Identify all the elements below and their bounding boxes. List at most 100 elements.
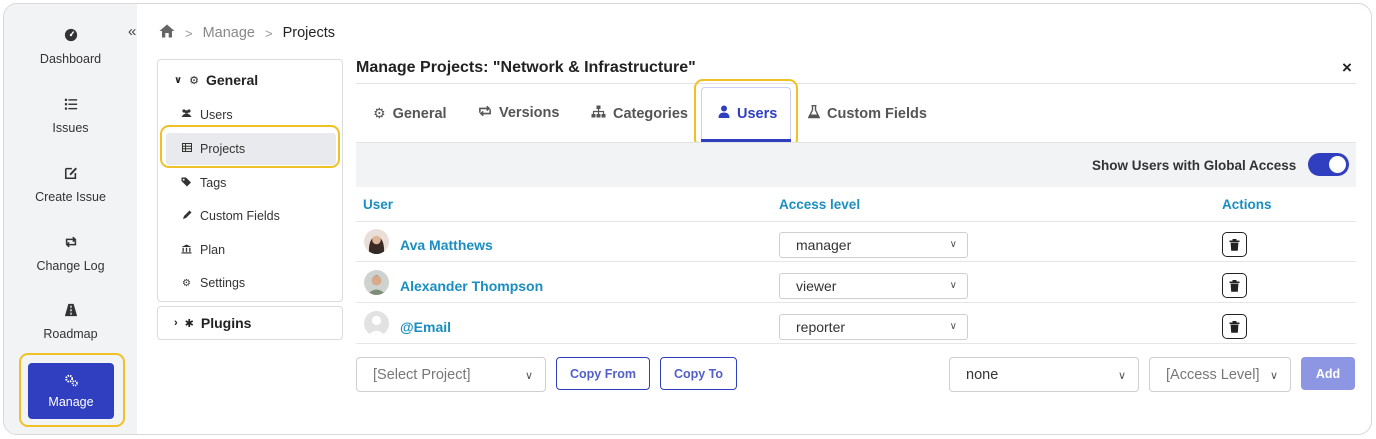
sidebar-item-settings[interactable]: ⚙ Settings	[166, 267, 336, 299]
sidebar-item-label: Users	[200, 108, 233, 122]
plugins-group-header[interactable]: › ✱ Plugins	[174, 315, 251, 331]
tab-categories[interactable]: Categories	[591, 105, 688, 122]
general-group-label: General	[206, 72, 259, 88]
users-icon	[181, 109, 192, 121]
rail-item-create-issue[interactable]: Create Issue	[4, 166, 137, 204]
app-rail: Dashboard Issues Create Issue Change Log…	[4, 4, 137, 434]
select-value: reporter	[796, 319, 846, 335]
chevron-down-icon: ∨	[1269, 370, 1278, 382]
home-icon[interactable]	[159, 24, 175, 42]
chevron-down-icon: ∨	[174, 74, 183, 86]
road-icon	[4, 303, 137, 321]
select-value: viewer	[796, 278, 837, 294]
sidebar-item-custom-fields[interactable]: Custom Fields	[166, 200, 336, 232]
access-level-select[interactable]: reporter ∨	[779, 314, 968, 340]
user-link[interactable]: @Email	[400, 319, 451, 335]
trash-icon	[1229, 279, 1240, 292]
rail-item-label: Manage	[48, 395, 94, 409]
trash-icon	[1229, 238, 1240, 251]
access-level-select[interactable]: viewer ∨	[779, 273, 968, 299]
column-header-actions: Actions	[1222, 197, 1272, 212]
title-divider	[356, 83, 1356, 84]
gear-icon: ⚙	[182, 277, 191, 289]
rail-item-label: Create Issue	[35, 190, 106, 204]
row-divider	[356, 261, 1356, 262]
trash-icon	[1229, 320, 1240, 333]
tab-label: General	[392, 105, 447, 122]
tab-label: Users	[737, 105, 778, 122]
tab-general[interactable]: ⚙ General	[373, 105, 447, 122]
select-value: [Select Project]	[373, 366, 471, 383]
user-icon	[718, 105, 730, 122]
sidebar-item-label: Plan	[200, 243, 226, 257]
breadcrumb-projects: Projects	[282, 25, 335, 41]
sitemap-icon	[591, 105, 606, 122]
close-icon[interactable]: ×	[1342, 58, 1352, 78]
global-access-label: Show Users with Global Access	[1092, 158, 1297, 173]
row-divider	[356, 221, 1356, 222]
add-user-button[interactable]: Add	[1301, 357, 1355, 390]
general-group-header[interactable]: ∨ ⚙ General	[174, 72, 258, 88]
tab-custom-fields[interactable]: Custom Fields	[807, 104, 927, 123]
tab-versions[interactable]: Versions	[478, 105, 559, 121]
rail-item-label: Roadmap	[43, 327, 98, 341]
avatar	[364, 270, 389, 295]
tab-label: Categories	[613, 105, 688, 122]
sync-icon	[478, 105, 492, 121]
user-select[interactable]: none ∨	[949, 357, 1139, 392]
sidebar-item-users[interactable]: Users	[166, 99, 336, 131]
chevron-down-icon: ∨	[949, 239, 957, 250]
rail-item-roadmap[interactable]: Roadmap	[4, 303, 137, 341]
tags-icon	[181, 177, 192, 190]
rail-item-label: Issues	[52, 121, 89, 135]
dashboard-icon	[4, 28, 137, 46]
column-header-access-level[interactable]: Access level	[779, 197, 860, 212]
delete-user-button[interactable]	[1222, 314, 1247, 339]
access-level-select[interactable]: manager ∨	[779, 232, 968, 258]
rail-item-label: Dashboard	[39, 52, 102, 66]
select-value: none	[966, 366, 999, 383]
rail-item-manage[interactable]: Manage	[28, 363, 114, 419]
select-value: manager	[796, 237, 852, 253]
sidebar-item-tags[interactable]: Tags	[166, 167, 336, 199]
chevron-down-icon: ∨	[1117, 370, 1126, 382]
delete-user-button[interactable]	[1222, 232, 1247, 257]
copy-from-button[interactable]: Copy From	[556, 357, 650, 390]
rail-item-issues[interactable]: Issues	[4, 97, 137, 135]
project-select[interactable]: [Select Project] ∨	[356, 357, 546, 392]
pencil-icon	[181, 210, 192, 223]
rail-item-label: Change Log	[36, 259, 105, 273]
toggle-knob	[1329, 156, 1346, 173]
delete-user-button[interactable]	[1222, 273, 1247, 298]
gear-icon: ⚙	[373, 105, 386, 121]
default-avatar-icon	[364, 311, 389, 336]
sidebar-item-projects[interactable]: Projects	[166, 133, 336, 165]
breadcrumb-manage[interactable]: Manage	[203, 25, 255, 41]
copy-to-button[interactable]: Copy To	[660, 357, 737, 390]
row-divider	[356, 343, 1356, 344]
tab-users[interactable]: Users	[718, 105, 777, 122]
gear-icon: ⚙	[189, 74, 199, 87]
settings-sidebar: ∨ ⚙ General Users Projects Tags Custom F…	[157, 59, 343, 302]
sidebar-item-plan[interactable]: Plan	[166, 234, 336, 266]
rail-item-dashboard[interactable]: Dashboard	[4, 28, 137, 66]
chevron-down-icon: ∨	[949, 321, 957, 332]
sidebar-item-label: Settings	[200, 276, 246, 290]
collapse-sidebar-icon[interactable]: «	[128, 23, 136, 40]
rail-item-change-log[interactable]: Change Log	[4, 235, 137, 273]
puzzle-icon: ✱	[184, 317, 194, 330]
user-link[interactable]: Alexander Thompson	[400, 278, 543, 294]
list-icon	[4, 97, 137, 115]
row-divider	[356, 302, 1356, 303]
tab-label: Versions	[499, 105, 560, 121]
plugins-group-label: Plugins	[200, 315, 252, 331]
chevron-right-icon: ›	[174, 317, 178, 329]
access-level-new-select[interactable]: [Access Level] ∨	[1149, 357, 1291, 392]
flask-icon	[807, 104, 821, 123]
global-access-toggle[interactable]	[1308, 153, 1349, 176]
table-icon	[181, 143, 192, 155]
sidebar-item-label: Projects	[200, 142, 246, 156]
user-link[interactable]: Ava Matthews	[400, 237, 493, 253]
column-header-user[interactable]: User	[363, 197, 393, 212]
sidebar-item-label: Tags	[200, 176, 227, 190]
